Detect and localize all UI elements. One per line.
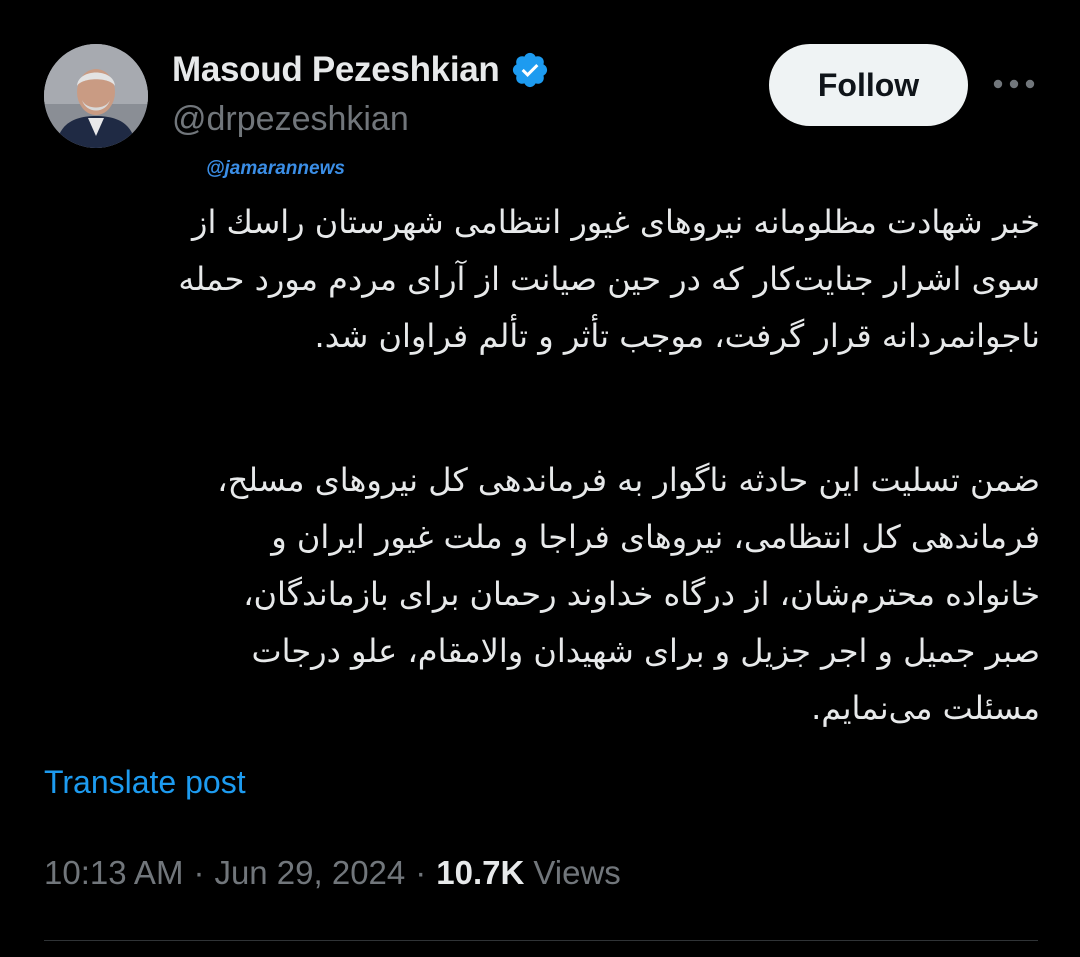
more-options-button[interactable]	[990, 66, 1038, 102]
tweet-paragraph-1: خبر شهادت مظلومانه نیروهای غیور انتظامی …	[40, 194, 1040, 365]
tweet-line: سوی اشرار جنایت‌کار که در حین صیانت از آ…	[178, 260, 1040, 298]
tweet-line: خانواده محترم‌شان، از درگاه خداوند رحمان…	[243, 575, 1040, 613]
views-label[interactable]: Views	[533, 854, 620, 892]
author-display-name[interactable]: Masoud Pezeshkian	[172, 50, 500, 90]
avatar[interactable]	[44, 44, 148, 148]
more-horizontal-icon	[993, 79, 1035, 89]
divider	[44, 940, 1038, 941]
tweet-line: صبر جمیل و اجر جزیل و برای شهیدان والامق…	[251, 632, 1040, 670]
tweet-paragraph-2: ضمن تسلیت این حادثه ناگوار به فرماندهی ک…	[40, 452, 1040, 737]
author-handle[interactable]: @drpezeshkian	[172, 100, 409, 139]
tweet-line: ضمن تسلیت این حادثه ناگوار به فرماندهی ک…	[217, 461, 1040, 499]
tweet-time[interactable]: 10:13 AM	[44, 854, 183, 892]
tweet-line: مسئلت می‌نمایم.	[811, 689, 1040, 727]
tweet-line: خبر شهادت مظلومانه نیروهای غیور انتظامی …	[191, 203, 1040, 241]
follow-button[interactable]: Follow	[769, 44, 968, 126]
tweet-line: ناجوانمردانه قرار گرفت، موجب تأثر و تألم…	[314, 317, 1040, 355]
author-name-row: Masoud Pezeshkian	[172, 46, 550, 94]
image-source-watermark: @jamarannews	[206, 158, 345, 179]
tweet-metadata: 10:13 AM · Jun 29, 2024 · 10.7K Views	[44, 850, 621, 896]
meta-separator: ·	[415, 854, 427, 891]
meta-separator: ·	[193, 854, 205, 891]
tweet-line: فرماندهی کل انتظامی، نیروهای فراجا و ملت…	[271, 518, 1040, 556]
views-count[interactable]: 10.7K	[436, 854, 524, 892]
translate-post-link[interactable]: Translate post	[44, 764, 246, 801]
verified-badge-icon	[512, 52, 547, 88]
tweet-date[interactable]: Jun 29, 2024	[214, 854, 405, 892]
